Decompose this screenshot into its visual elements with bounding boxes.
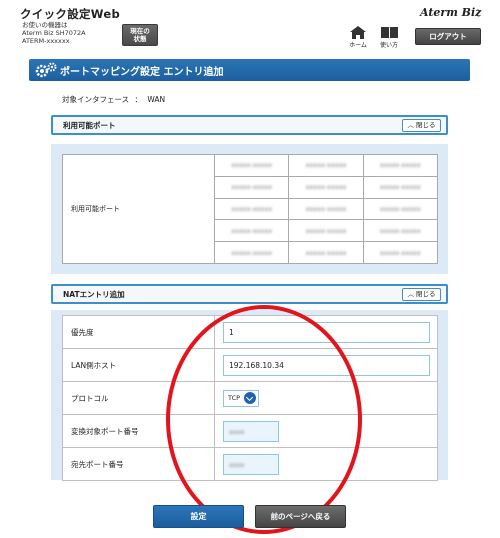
home-label: ホーム: [349, 42, 367, 49]
submit-button[interactable]: 設定: [153, 505, 244, 528]
book-icon: [380, 27, 398, 39]
port-cell: xxxxx-xxxxx: [213, 154, 290, 177]
page-title-bar: ポートマッピング設定 エントリ追加: [29, 59, 470, 81]
destination-port-input[interactable]: xxxx: [223, 453, 279, 475]
port-cell: xxxxx-xxxxx: [288, 241, 364, 264]
priority-label: 優先度: [62, 315, 215, 349]
lan-host-input[interactable]: 192.168.10.34: [223, 354, 430, 376]
port-cell: xxxxx-xxxxx: [213, 219, 290, 243]
status-button-line-1: 現在の: [130, 27, 150, 35]
nat-entry-header: NATエントリ追加 ︿ 閉じる: [51, 284, 448, 304]
protocol-select[interactable]: TCP: [223, 389, 260, 407]
header: クイック設定Web お使いの機器は Aterm Biz SH7072A ATER…: [0, 0, 500, 58]
protocol-value: TCP: [228, 394, 241, 402]
current-status-button[interactable]: 現在の 状態: [122, 24, 158, 46]
priority-input[interactable]: 1: [223, 321, 430, 343]
device-name: ATERM-xxxxxx: [22, 37, 70, 45]
status-button-line-2: 状態: [133, 35, 147, 43]
destination-port-label: 宛先ポート番号: [62, 447, 215, 481]
home-button[interactable]: ホーム: [346, 26, 370, 49]
help-label: 使い方: [379, 42, 398, 49]
table-row: LAN側ホスト 192.168.10.34: [62, 348, 438, 382]
conversion-port-label: 変換対象ポート番号: [62, 414, 215, 448]
app-title: クイック設定Web: [20, 7, 121, 21]
available-ports-table: 利用可能ポート xxxxx-xxxxx xxxxx-xxxxx xxxxx-xx…: [62, 154, 439, 264]
port-cell: xxxxx-xxxxx: [288, 154, 364, 177]
logout-button[interactable]: ログアウト: [415, 28, 481, 45]
interface-value: WAN: [147, 95, 166, 104]
available-ports-row-label: 利用可能ポート: [62, 154, 215, 264]
gear-icon: [35, 62, 57, 78]
port-cell: xxxxx-xxxxx: [288, 175, 364, 199]
table-row: 変換対象ポート番号 xxxx: [62, 414, 438, 448]
conversion-port-input[interactable]: xxxx: [223, 420, 279, 442]
home-icon: [350, 26, 366, 39]
port-cell: xxxxx-xxxxx: [213, 241, 290, 264]
nat-entry-title: NATエントリ追加: [63, 290, 125, 299]
port-cell: xxxxx-xxxxx: [213, 197, 290, 221]
nat-entry-panel: 優先度 1 LAN側ホスト 192.168.10.34 プロトコル TCP 変換…: [51, 310, 448, 481]
table-row: 宛先ポート番号 xxxx: [62, 447, 438, 481]
interface-separator: ：: [134, 95, 143, 104]
interface-label: 対象インタフェース: [62, 95, 130, 104]
page-title: ポートマッピング設定 エントリ追加: [60, 67, 224, 78]
lan-host-label: LAN側ホスト: [62, 348, 215, 382]
protocol-label: プロトコル: [62, 381, 215, 415]
port-cell: xxxxx-xxxxx: [213, 175, 290, 199]
chevron-down-icon: [244, 392, 257, 404]
brand-logo: Aterm Biz: [420, 6, 482, 19]
port-cell: xxxxx-xxxxx: [362, 241, 439, 264]
table-row: 利用可能ポート xxxxx-xxxxx xxxxx-xxxxx xxxxx-xx…: [62, 154, 439, 264]
back-button[interactable]: 前のページへ戻る: [255, 505, 346, 528]
available-ports-panel: 利用可能ポート xxxxx-xxxxx xxxxx-xxxxx xxxxx-xx…: [51, 144, 448, 274]
table-row: プロトコル TCP: [62, 381, 438, 415]
available-ports-close-button[interactable]: ︿ 閉じる: [402, 119, 441, 132]
table-row: 優先度 1: [62, 315, 438, 349]
port-cell: xxxxx-xxxxx: [362, 219, 439, 243]
port-cell: xxxxx-xxxxx: [288, 197, 364, 221]
port-cell: xxxxx-xxxxx: [362, 154, 439, 177]
nat-entry-close-button[interactable]: ︿ 閉じる: [402, 288, 441, 301]
chevron-up-icon: ︿: [407, 290, 415, 298]
port-cell: xxxxx-xxxxx: [362, 175, 439, 199]
close-label: 閉じる: [416, 121, 436, 129]
available-ports-header: 利用可能ポート ︿ 閉じる: [51, 115, 448, 135]
chevron-up-icon: ︿: [407, 121, 415, 129]
nat-entry-table: 優先度 1 LAN側ホスト 192.168.10.34 プロトコル TCP 変換…: [62, 315, 438, 481]
port-cell: xxxxx-xxxxx: [288, 219, 364, 243]
interface-row: 対象インタフェース ： WAN: [62, 94, 165, 105]
close-label: 閉じる: [416, 290, 436, 298]
port-cell: xxxxx-xxxxx: [362, 197, 439, 221]
available-ports-title: 利用可能ポート: [63, 121, 116, 130]
help-button[interactable]: 使い方: [377, 26, 401, 49]
